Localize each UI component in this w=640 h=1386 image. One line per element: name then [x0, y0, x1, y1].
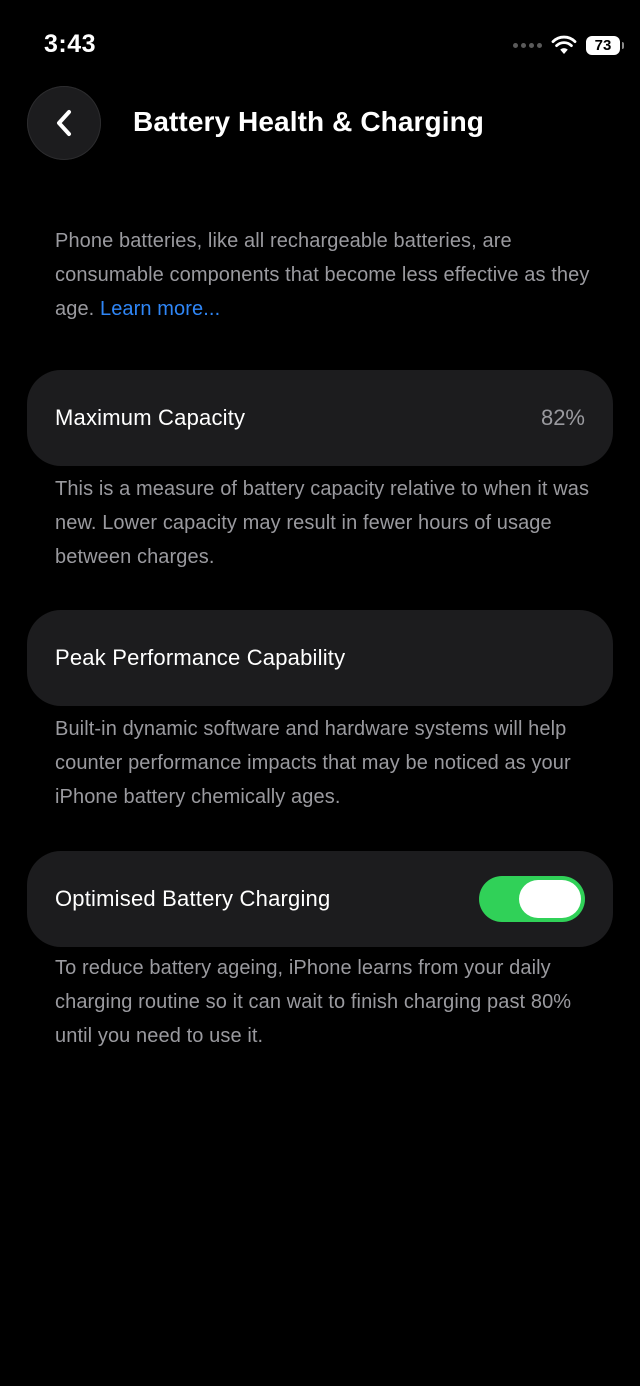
maximum-capacity-row: Maximum Capacity 82%: [27, 370, 613, 466]
learn-more-link[interactable]: Learn more...: [100, 298, 220, 320]
optimised-charging-description: To reduce battery ageing, iPhone learns …: [55, 957, 572, 1047]
battery-icon: 73: [586, 35, 624, 55]
peak-performance-description: Built-in dynamic software and hardware s…: [55, 718, 571, 808]
signal-dots-icon: [513, 42, 542, 48]
optimised-charging-toggle[interactable]: [479, 876, 585, 922]
page-title: Battery Health & Charging: [133, 106, 484, 137]
maximum-capacity-label: Maximum Capacity: [55, 405, 246, 430]
status-bar: 3:43 73: [0, 0, 640, 90]
peak-performance-row: Peak Performance Capability: [27, 610, 613, 706]
toggle-knob: [519, 880, 581, 918]
status-time: 3:43: [44, 30, 97, 58]
maximum-capacity-value: 82%: [540, 405, 585, 430]
back-button[interactable]: [27, 86, 101, 160]
intro-text: Phone batteries, like all rechargeable b…: [55, 224, 600, 326]
chevron-left-icon: [57, 110, 71, 136]
battery-level: 73: [594, 36, 612, 54]
optimised-charging-row: Optimised Battery Charging: [27, 851, 613, 947]
optimised-charging-label: Optimised Battery Charging: [55, 886, 331, 911]
maximum-capacity-description: This is a measure of battery capacity re…: [55, 478, 590, 568]
status-icons: 73: [513, 35, 624, 55]
wifi-icon: [551, 35, 577, 54]
peak-performance-label: Peak Performance Capability: [55, 645, 346, 670]
